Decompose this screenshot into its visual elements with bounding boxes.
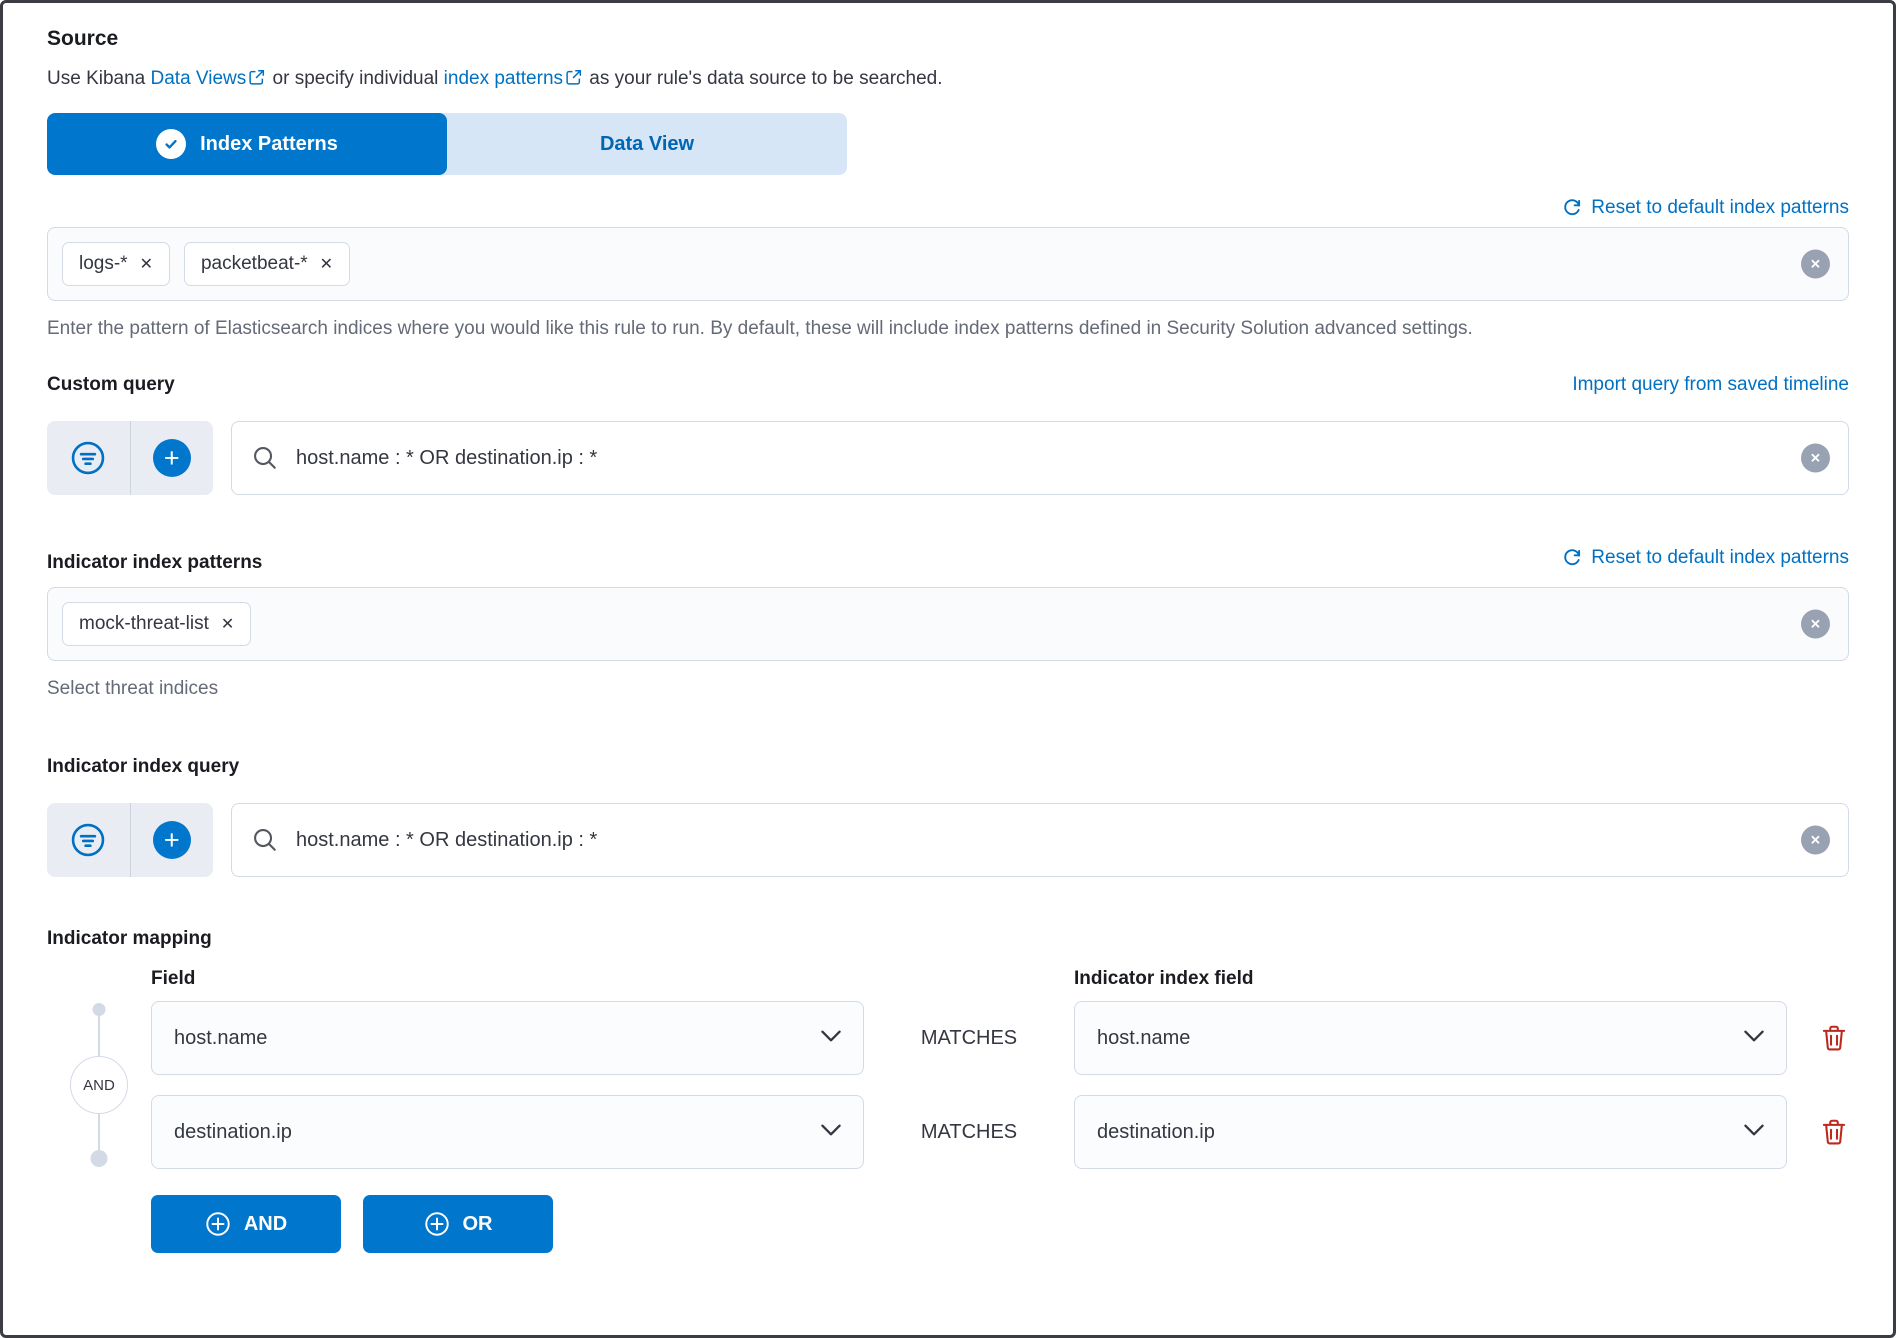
plus-in-circle-icon [424, 1211, 450, 1237]
reset-index-patterns-link[interactable]: Reset to default index patterns [1591, 197, 1849, 219]
indicator-index-query-label: Indicator index query [47, 753, 239, 781]
indicator-field-select[interactable]: destination.ip [1074, 1095, 1787, 1169]
indicator-field-select[interactable]: host.name [1074, 1001, 1787, 1075]
filter-button[interactable] [47, 803, 130, 877]
clear-query-icon[interactable]: ✕ [1801, 444, 1830, 473]
clear-combobox-icon[interactable]: ✕ [1801, 250, 1830, 279]
add-and-button[interactable]: AND [151, 1195, 341, 1253]
field-select[interactable]: host.name [151, 1001, 864, 1075]
index-pattern-tag[interactable]: packetbeat-* ✕ [184, 242, 350, 286]
query-value: host.name : * OR destination.ip : * [296, 447, 597, 470]
add-and-button-label: AND [244, 1213, 287, 1236]
toggle-index-patterns[interactable]: Index Patterns [47, 113, 447, 175]
filter-icon [69, 439, 107, 477]
matches-operator: MATCHES [864, 1027, 1074, 1050]
refresh-icon [1562, 198, 1582, 218]
index-pattern-tag[interactable]: logs-* ✕ [62, 242, 170, 286]
index-patterns-combobox[interactable]: logs-* ✕ packetbeat-* ✕ ✕ [47, 227, 1849, 301]
external-link-icon [565, 67, 582, 95]
remove-tag-icon[interactable]: ✕ [140, 254, 153, 274]
index-patterns-link[interactable]: index patterns [444, 68, 563, 89]
refresh-icon [1562, 548, 1582, 568]
remove-tag-icon[interactable]: ✕ [221, 614, 234, 634]
query-bar-prepend: + [47, 421, 213, 495]
trash-icon [1819, 1023, 1849, 1053]
indicator-mapping-label: Indicator mapping [47, 925, 212, 953]
indicator-mapping-rows: AND host.name MATCHES host.name [47, 1001, 1849, 1169]
mapping-row: destination.ip MATCHES destination.ip [151, 1095, 1849, 1169]
desc-text-3: as your rule's data source to be searche… [584, 68, 943, 89]
indicator-field-column-header: Indicator index field [1074, 968, 1253, 989]
delete-row-button[interactable] [1819, 1023, 1849, 1053]
field-column-header: Field [151, 968, 195, 989]
chevron-down-icon [821, 1029, 841, 1047]
threat-indices-help-text: Select threat indices [47, 675, 1517, 703]
add-or-button-label: OR [463, 1213, 493, 1236]
filter-icon [69, 821, 107, 859]
import-saved-timeline-link[interactable]: Import query from saved timeline [1572, 374, 1849, 396]
clear-combobox-icon[interactable]: ✕ [1801, 610, 1830, 639]
delete-row-button[interactable] [1819, 1117, 1849, 1147]
chevron-down-icon [1744, 1029, 1764, 1047]
toggle-data-view-label: Data View [600, 133, 694, 156]
custom-query-input[interactable]: host.name : * OR destination.ip : * ✕ [231, 421, 1849, 495]
search-icon [252, 827, 278, 853]
indicator-index-tag[interactable]: mock-threat-list ✕ [62, 602, 251, 646]
chevron-down-icon [821, 1123, 841, 1141]
clear-query-icon[interactable]: ✕ [1801, 826, 1830, 855]
index-patterns-help-text: Enter the pattern of Elasticsearch indic… [47, 315, 1517, 343]
reset-indicator-index-patterns-link[interactable]: Reset to default index patterns [1591, 547, 1849, 569]
check-circle-icon [156, 129, 186, 159]
indicator-index-patterns-label: Indicator index patterns [47, 549, 262, 577]
tag-label: packetbeat-* [201, 253, 308, 275]
source-step-panel: Source Use Kibana Data Views or specify … [0, 0, 1896, 1338]
indicator-field-select-value: destination.ip [1097, 1121, 1215, 1144]
chevron-down-icon [1744, 1123, 1764, 1141]
field-select-value: host.name [174, 1027, 267, 1050]
mapping-row: host.name MATCHES host.name [151, 1001, 1849, 1075]
query-value: host.name : * OR destination.ip : * [296, 829, 597, 852]
desc-text-2: or specify individual [267, 68, 443, 89]
trash-icon [1819, 1117, 1849, 1147]
matches-operator: MATCHES [864, 1121, 1074, 1144]
data-views-link[interactable]: Data Views [151, 68, 247, 89]
plus-circle-icon: + [153, 439, 191, 477]
desc-text-1: Use Kibana [47, 68, 151, 89]
custom-query-bar: + host.name : * OR destination.ip : * ✕ [47, 421, 1849, 495]
toggle-index-patterns-label: Index Patterns [200, 133, 338, 156]
remove-tag-icon[interactable]: ✕ [320, 254, 333, 274]
indicator-field-select-value: host.name [1097, 1027, 1190, 1050]
connector-dot [93, 1003, 106, 1016]
and-connector-badge: AND [70, 1056, 128, 1114]
add-filter-button[interactable]: + [131, 803, 214, 877]
add-filter-button[interactable]: + [131, 421, 214, 495]
add-or-button[interactable]: OR [363, 1195, 553, 1253]
indicator-index-query-bar: + host.name : * OR destination.ip : * ✕ [47, 803, 1849, 877]
data-source-toggle-group: Index Patterns Data View [47, 113, 847, 175]
field-select-value: destination.ip [174, 1121, 292, 1144]
search-icon [252, 445, 278, 471]
external-link-icon [248, 67, 265, 95]
filter-button[interactable] [47, 421, 130, 495]
indicator-index-query-input[interactable]: host.name : * OR destination.ip : * ✕ [231, 803, 1849, 877]
query-bar-prepend: + [47, 803, 213, 877]
mapping-headers: Field Indicator index field [47, 965, 1849, 993]
connector-dot [91, 1150, 108, 1167]
indicator-index-patterns-combobox[interactable]: mock-threat-list ✕ ✕ [47, 587, 1849, 661]
and-connector-rail: AND [47, 1001, 151, 1169]
plus-circle-icon: + [153, 821, 191, 859]
plus-in-circle-icon [205, 1211, 231, 1237]
toggle-data-view[interactable]: Data View [447, 113, 847, 175]
tag-label: mock-threat-list [79, 613, 209, 635]
source-description: Use Kibana Data Views or specify individ… [47, 65, 1849, 95]
tag-label: logs-* [79, 253, 128, 275]
source-section-title: Source [47, 27, 1849, 51]
field-select[interactable]: destination.ip [151, 1095, 864, 1169]
custom-query-label: Custom query [47, 371, 175, 399]
